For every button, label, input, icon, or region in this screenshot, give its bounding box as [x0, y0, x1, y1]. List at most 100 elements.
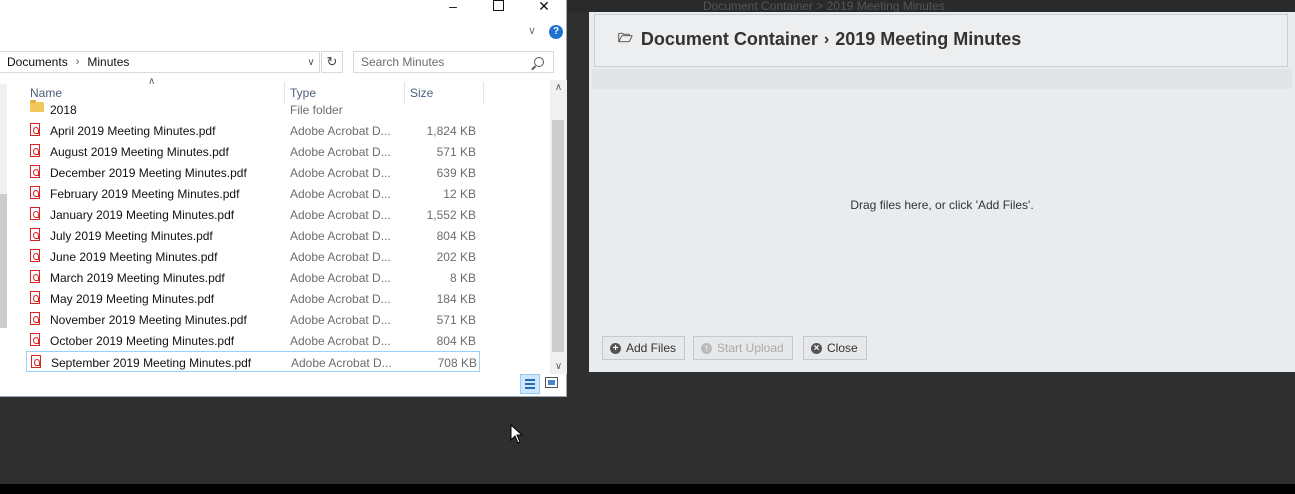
dialog-title-current: 2019 Meeting Minutes: [835, 29, 1022, 49]
scroll-up-icon[interactable]: ∧: [550, 82, 567, 93]
breadcrumb-documents[interactable]: Documents: [7, 55, 68, 69]
refresh-icon[interactable]: ↻: [321, 51, 343, 73]
file-size: 184 KB: [436, 292, 476, 306]
file-size: 1,552 KB: [426, 208, 476, 222]
file-type: File folder: [290, 103, 343, 117]
file-type: Adobe Acrobat D...: [290, 313, 391, 327]
search-input[interactable]: Search Minutes: [353, 51, 554, 73]
column-divider[interactable]: [483, 82, 484, 104]
file-name: April 2019 Meeting Minutes.pdf: [50, 124, 216, 138]
folder-open-icon: 🗁: [618, 31, 633, 45]
file-type: Adobe Acrobat D...: [290, 271, 391, 285]
minimize-button[interactable]: –: [430, 0, 476, 15]
dialog-toolbar-band: [592, 69, 1292, 89]
drop-zone-hint[interactable]: Drag files here, or click 'Add Files'.: [589, 198, 1295, 212]
file-row[interactable]: September 2019 Meeting Minutes.pdf Adobe …: [26, 351, 480, 372]
file-size: 708 KB: [437, 356, 477, 370]
file-row[interactable]: October 2019 Meeting Minutes.pdf Adobe Ac…: [26, 330, 480, 351]
file-size: 1,824 KB: [426, 124, 476, 138]
file-type: Adobe Acrobat D...: [290, 208, 391, 222]
file-list-scroll-thumb[interactable]: [552, 120, 564, 352]
pdf-file-icon: [30, 333, 40, 346]
file-type: Adobe Acrobat D...: [290, 166, 391, 180]
dialog-header: 🗁 Document Container › 2019 Meeting Minu…: [594, 14, 1288, 67]
file-type: Adobe Acrobat D...: [290, 229, 391, 243]
chevron-right-icon: ›: [823, 30, 830, 48]
pdf-file-icon: [30, 312, 40, 325]
start-upload-button[interactable]: ↑ Start Upload: [693, 336, 793, 360]
file-name: June 2019 Meeting Minutes.pdf: [50, 250, 218, 264]
upload-dialog: 🗁 Document Container › 2019 Meeting Minu…: [589, 12, 1295, 372]
pdf-file-icon: [30, 186, 40, 199]
navigation-pane-scroll-thumb[interactable]: [0, 194, 7, 328]
breadcrumb-chevron-icon[interactable]: ›: [76, 56, 80, 68]
file-name: December 2019 Meeting Minutes.pdf: [50, 166, 247, 180]
search-icon[interactable]: [534, 57, 544, 67]
file-row[interactable]: 2018 File folder: [26, 99, 480, 120]
upload-circle-icon: ↑: [701, 342, 712, 354]
maximize-button[interactable]: [475, 0, 521, 15]
pdf-file-icon: [30, 165, 40, 178]
file-row[interactable]: May 2019 Meeting Minutes.pdf Adobe Acroba…: [26, 288, 480, 309]
details-view-icon[interactable]: [520, 374, 540, 394]
file-size: 571 KB: [436, 313, 476, 327]
file-name: January 2019 Meeting Minutes.pdf: [50, 208, 235, 222]
navigation-pane-scrollbar[interactable]: [0, 84, 7, 328]
taskbar-edge: [0, 484, 1295, 494]
file-name: August 2019 Meeting Minutes.pdf: [50, 145, 229, 159]
file-row[interactable]: March 2019 Meeting Minutes.pdf Adobe Acro…: [26, 267, 480, 288]
large-icons-view-icon[interactable]: [545, 377, 558, 388]
start-upload-label: Start Upload: [717, 341, 784, 355]
file-row[interactable]: June 2019 Meeting Minutes.pdf Adobe Acrob…: [26, 246, 480, 267]
scroll-down-icon[interactable]: ∨: [550, 361, 567, 372]
file-size: 571 KB: [436, 145, 476, 159]
file-name: March 2019 Meeting Minutes.pdf: [50, 271, 225, 285]
file-size: 639 KB: [436, 166, 476, 180]
file-name: July 2019 Meeting Minutes.pdf: [50, 229, 213, 243]
pdf-file-icon: [31, 355, 41, 368]
file-type: Adobe Acrobat D...: [290, 334, 391, 348]
file-list-scrollbar[interactable]: ∧ ∨: [550, 80, 567, 374]
file-name: 2018: [50, 103, 77, 117]
file-type: Adobe Acrobat D...: [290, 187, 391, 201]
file-type: Adobe Acrobat D...: [290, 292, 391, 306]
file-type: Adobe Acrobat D...: [290, 145, 391, 159]
close-button[interactable]: × Close: [803, 336, 867, 360]
pdf-file-icon: [30, 228, 40, 241]
dialog-title: 🗁 Document Container › 2019 Meeting Minu…: [618, 29, 1021, 50]
close-circle-icon: ×: [811, 342, 822, 354]
breadcrumb-minutes[interactable]: Minutes: [87, 55, 129, 69]
window-close-button[interactable]: ✕: [521, 0, 567, 15]
file-type: Adobe Acrobat D...: [290, 124, 391, 138]
file-row[interactable]: July 2019 Meeting Minutes.pdf Adobe Acrob…: [26, 225, 480, 246]
file-name: October 2019 Meeting Minutes.pdf: [50, 334, 235, 348]
help-icon[interactable]: ?: [549, 25, 563, 39]
address-dropdown-icon[interactable]: ∨: [301, 51, 321, 73]
file-row[interactable]: August 2019 Meeting Minutes.pdf Adobe Acr…: [26, 141, 480, 162]
address-bar[interactable]: Documents › Minutes: [0, 51, 320, 73]
pdf-file-icon: [30, 249, 40, 262]
sort-ascending-icon: ∧: [148, 76, 156, 87]
file-name: February 2019 Meeting Minutes.pdf: [50, 187, 240, 201]
file-size: 202 KB: [436, 250, 476, 264]
add-files-label: Add Files: [626, 341, 677, 355]
file-row[interactable]: January 2019 Meeting Minutes.pdf Adobe Ac…: [26, 204, 480, 225]
file-size: 12 KB: [443, 187, 476, 201]
pdf-file-icon: [30, 207, 40, 220]
file-size: 804 KB: [436, 229, 476, 243]
file-row[interactable]: February 2019 Meeting Minutes.pdf Adobe A…: [26, 183, 480, 204]
file-name: November 2019 Meeting Minutes.pdf: [50, 313, 247, 327]
file-row[interactable]: December 2019 Meeting Minutes.pdf Adobe A…: [26, 162, 480, 183]
file-name: May 2019 Meeting Minutes.pdf: [50, 292, 215, 306]
pdf-file-icon: [30, 144, 40, 157]
file-name: September 2019 Meeting Minutes.pdf: [51, 356, 252, 370]
file-row[interactable]: November 2019 Meeting Minutes.pdf Adobe A…: [26, 309, 480, 330]
close-label: Close: [827, 341, 858, 355]
plus-circle-icon: +: [610, 342, 621, 354]
folder-icon: [30, 100, 44, 112]
pdf-file-icon: [30, 291, 40, 304]
ribbon-expand-icon[interactable]: ∨: [528, 24, 536, 37]
file-size: 804 KB: [436, 334, 476, 348]
file-row[interactable]: April 2019 Meeting Minutes.pdf Adobe Acro…: [26, 120, 480, 141]
add-files-button[interactable]: + Add Files: [602, 336, 686, 360]
